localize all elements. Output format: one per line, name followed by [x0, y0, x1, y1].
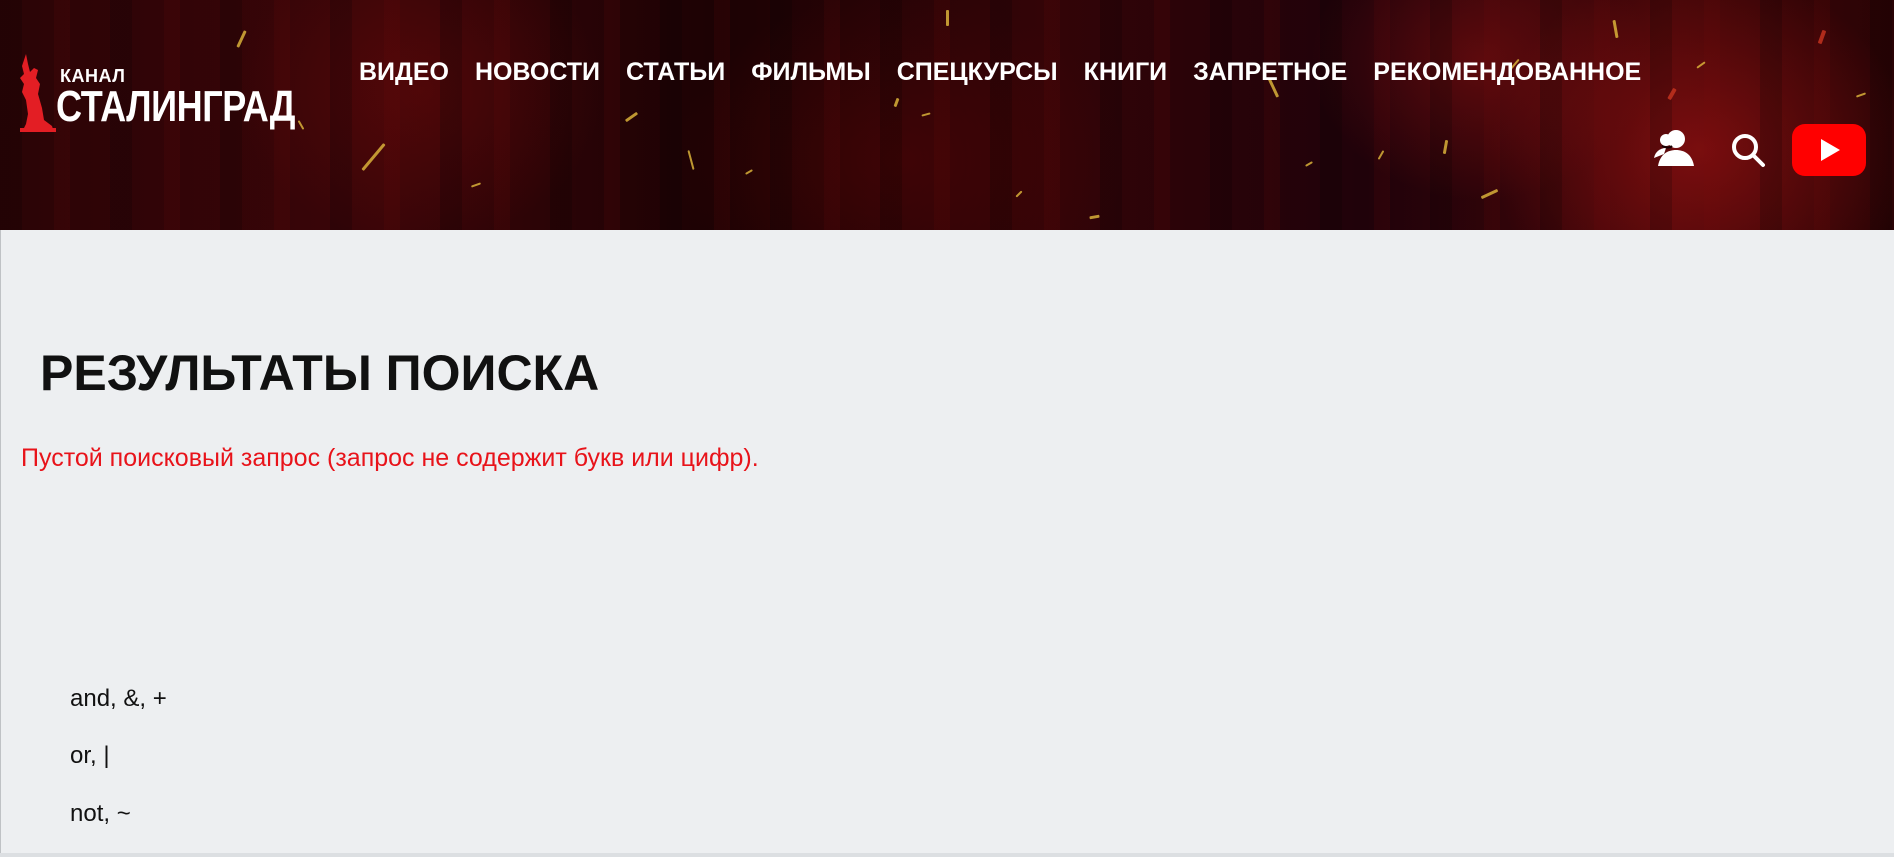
page-bottom-divider	[0, 853, 1894, 857]
user-icon[interactable]	[1652, 128, 1696, 168]
nav-item-articles[interactable]: СТАТЬИ	[626, 58, 725, 87]
site-logo[interactable]: КАНАЛ СТАЛИНГРАД	[18, 54, 303, 138]
content-left-border	[0, 230, 1, 857]
page-title: РЕЗУЛЬТАТЫ ПОИСКА	[40, 345, 600, 401]
nav-item-forbidden[interactable]: ЗАПРЕТНОЕ	[1193, 58, 1347, 87]
nav-item-news[interactable]: НОВОСТИ	[475, 58, 600, 87]
logo-big-text: СТАЛИНГРАД	[56, 82, 296, 131]
search-operator-not: not, ~	[70, 800, 131, 827]
nav-item-video[interactable]: ВИДЕО	[359, 58, 449, 87]
main-navigation: ВИДЕО НОВОСТИ СТАТЬИ ФИЛЬМЫ СПЕЦКУРСЫ КН…	[359, 58, 1667, 87]
statue-logo-icon	[20, 54, 56, 132]
youtube-icon[interactable]	[1792, 124, 1866, 176]
nav-item-films[interactable]: ФИЛЬМЫ	[751, 58, 871, 87]
play-icon	[1821, 139, 1840, 161]
nav-item-books[interactable]: КНИГИ	[1084, 58, 1167, 87]
search-icon[interactable]	[1730, 132, 1766, 168]
spark-decoration	[946, 10, 949, 26]
search-operator-or: or, |	[70, 742, 110, 769]
nav-item-recommended[interactable]: РЕКОМЕНДОВАННОЕ	[1373, 58, 1641, 87]
site-header: КАНАЛ СТАЛИНГРАД ВИДЕО НОВОСТИ СТАТЬИ ФИ…	[0, 0, 1894, 230]
search-operator-and: and, &, +	[70, 685, 167, 712]
search-error-message: Пустой поисковый запрос (запрос не содер…	[21, 444, 759, 472]
nav-item-special-courses[interactable]: СПЕЦКУРСЫ	[897, 58, 1058, 87]
